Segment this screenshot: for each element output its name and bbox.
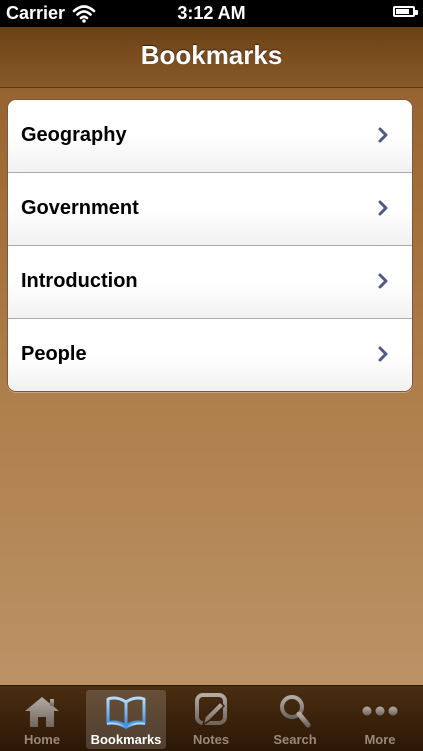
status-time: 3:12 AM <box>177 3 246 23</box>
chevron-right-icon <box>378 346 388 362</box>
bookmark-row-government[interactable]: Government <box>8 173 412 246</box>
chevron-right-icon <box>378 273 388 289</box>
book-icon <box>106 696 146 729</box>
tab-home[interactable]: Home <box>2 690 82 749</box>
bookmark-label: People <box>21 343 87 365</box>
tab-bookmarks[interactable]: Bookmarks <box>86 690 166 749</box>
ellipsis-icon <box>362 706 398 716</box>
tab-label: More <box>364 732 396 747</box>
tab-label: Search <box>273 732 317 747</box>
tab-notes[interactable]: Notes <box>171 690 251 749</box>
tab-label: Bookmarks <box>90 732 162 747</box>
page-title: Bookmarks <box>140 40 283 70</box>
bookmark-list: Geography Government Introduction People <box>7 99 413 392</box>
tab-search[interactable]: Search <box>255 690 335 749</box>
tab-label: Home <box>23 732 61 747</box>
status-bar: Carrier 3:12 AM <box>0 0 423 27</box>
tab-more[interactable]: More <box>340 690 420 749</box>
bookmark-row-geography[interactable]: Geography <box>8 100 412 173</box>
chevron-right-icon <box>378 127 388 143</box>
bookmark-row-people[interactable]: People <box>8 319 412 391</box>
bookmark-label: Introduction <box>21 270 138 292</box>
bookmark-row-introduction[interactable]: Introduction <box>8 246 412 319</box>
battery-level <box>396 9 410 14</box>
chevron-right-icon <box>378 200 388 216</box>
tab-bar: Home Bookmarks Notes Search More <box>0 685 423 751</box>
bookmark-label: Government <box>21 197 139 219</box>
navigation-bar: Bookmarks <box>0 27 423 88</box>
battery-icon <box>393 6 418 17</box>
notes-icon <box>195 693 227 727</box>
house-icon <box>25 697 59 727</box>
magnifier-icon <box>280 695 311 728</box>
battery-tip <box>415 10 418 15</box>
bookmark-label: Geography <box>21 124 127 146</box>
tab-label: Notes <box>192 732 230 747</box>
